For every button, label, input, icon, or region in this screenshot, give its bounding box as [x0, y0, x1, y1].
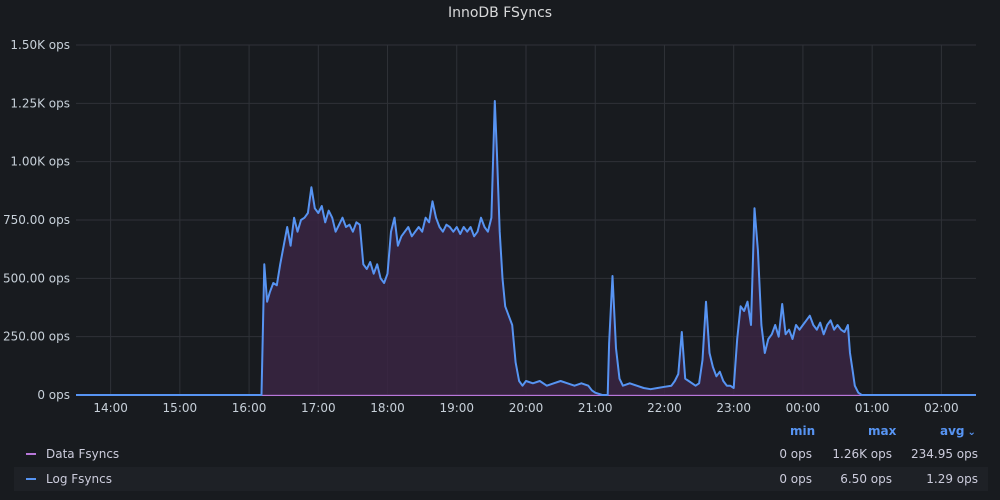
legend-row-data-fsyncs[interactable]: Data Fsyncs 0 ops 1.26K ops 234.95 ops	[14, 442, 988, 466]
x-tick-label: 17:00	[301, 401, 336, 415]
x-tick-label: 15:00	[163, 401, 198, 415]
x-tick-label: 16:00	[232, 401, 267, 415]
y-tick-label: 0 ops	[37, 388, 70, 402]
legend-header-min[interactable]: min	[790, 424, 815, 438]
series-color-swatch	[26, 478, 36, 480]
x-tick-label: 00:00	[786, 401, 821, 415]
x-tick-label: 21:00	[578, 401, 613, 415]
x-tick-label: 20:00	[509, 401, 544, 415]
legend-avg: 1.29 ops	[926, 472, 978, 486]
legend-min: 0 ops	[779, 447, 812, 461]
legend-header-avg[interactable]: avg ⌄	[940, 424, 976, 438]
x-tick-label: 18:00	[370, 401, 405, 415]
x-tick-label: 19:00	[439, 401, 474, 415]
x-tick-label: 01:00	[855, 401, 890, 415]
x-tick-label: 22:00	[647, 401, 682, 415]
series-color-swatch	[26, 453, 36, 455]
y-tick-label: 250.00 ops	[3, 330, 70, 344]
legend-max: 1.26K ops	[832, 447, 892, 461]
x-tick-label: 23:00	[716, 401, 751, 415]
fsync-chart[interactable]: 0 ops 250.00 ops 500.00 ops 750.00 ops 1.00K…	[0, 0, 1000, 420]
legend-min: 0 ops	[779, 472, 812, 486]
x-tick-label: 14:00	[93, 401, 128, 415]
y-tick-label: 750.00 ops	[3, 213, 70, 227]
chart-panel: InnoDB FSyncs 0 ops 250.00 ops 500.00 ops 7…	[0, 0, 1000, 500]
y-tick-label: 1.25K ops	[10, 96, 70, 110]
y-tick-label: 500.00 ops	[3, 271, 70, 285]
legend-row-log-fsyncs[interactable]: Log Fsyncs 0 ops 6.50 ops 1.29 ops	[14, 467, 988, 491]
legend-series-name[interactable]: Data Fsyncs	[46, 442, 119, 466]
legend-series-name[interactable]: Log Fsyncs	[46, 467, 112, 491]
y-tick-label: 1.50K ops	[10, 38, 70, 52]
legend-avg: 234.95 ops	[910, 447, 978, 461]
x-tick-label: 02:00	[924, 401, 959, 415]
legend-header-max[interactable]: max	[868, 424, 896, 438]
y-tick-label: 1.00K ops	[10, 155, 70, 169]
chevron-down-icon: ⌄	[967, 427, 976, 438]
legend-max: 6.50 ops	[840, 472, 892, 486]
